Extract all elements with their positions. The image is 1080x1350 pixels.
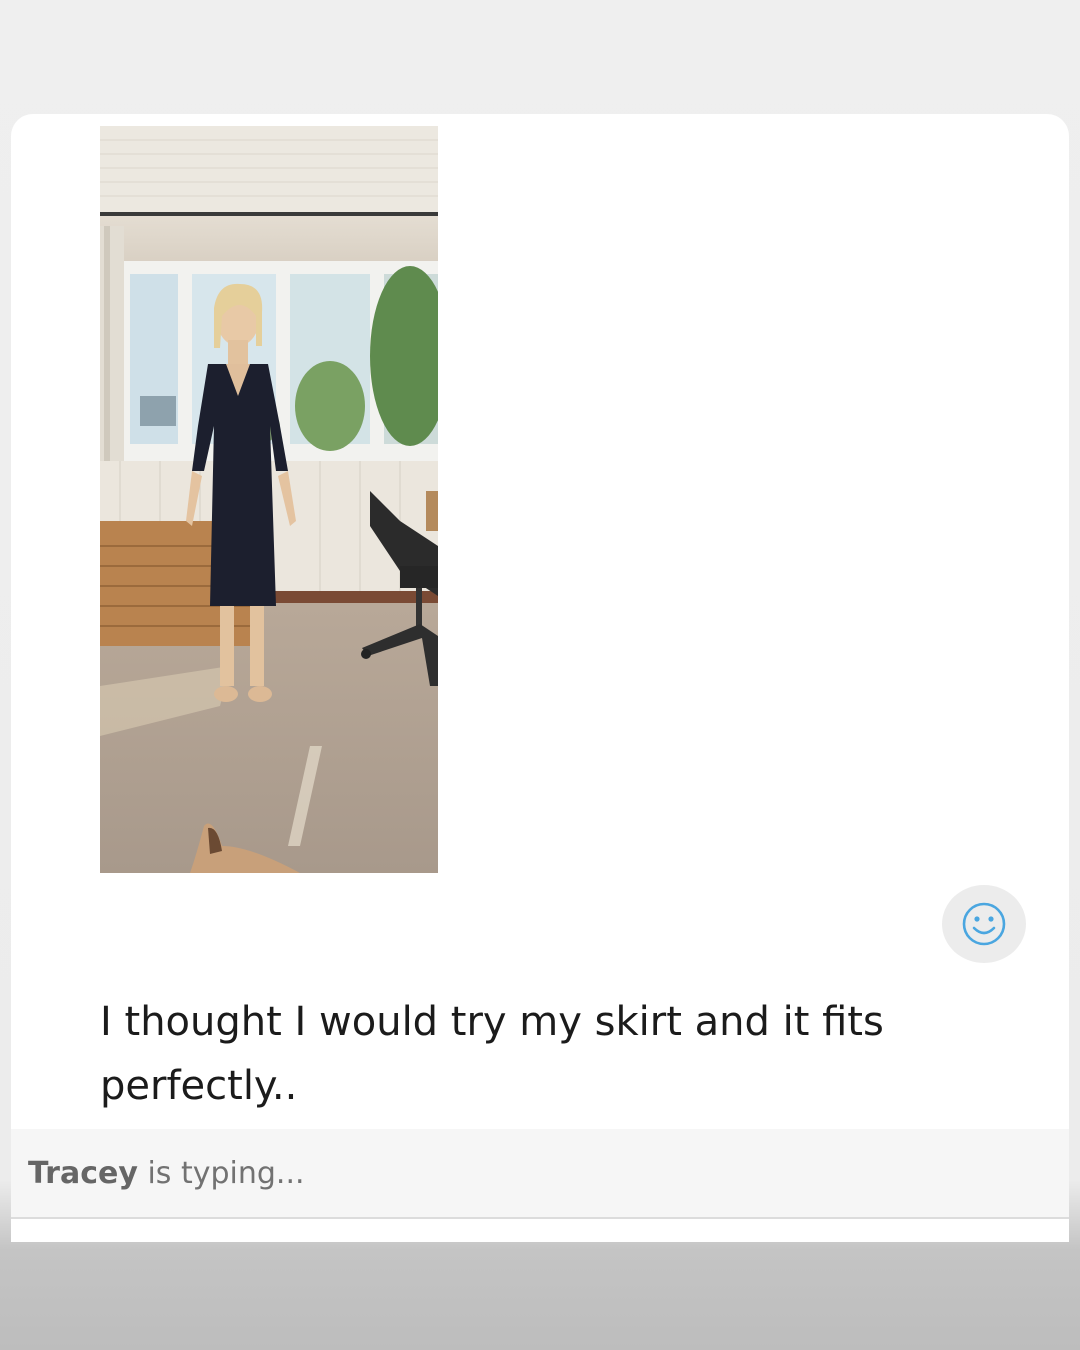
photo-image bbox=[100, 126, 438, 873]
typing-status-text: is typing... bbox=[147, 1156, 305, 1191]
add-reaction-button[interactable] bbox=[942, 885, 1026, 963]
typing-status-bar: Tracey is typing... bbox=[11, 1129, 1069, 1219]
message-text: I thought I would try my skirt and it fi… bbox=[100, 999, 884, 1109]
typing-user-name: Tracey bbox=[28, 1156, 138, 1191]
typing-indicator: Tracey is typing... bbox=[28, 1156, 305, 1191]
chat-panel: I thought I would try my skirt and it fi… bbox=[11, 114, 1069, 1242]
smiley-icon bbox=[962, 902, 1006, 946]
message-photo[interactable] bbox=[100, 126, 438, 873]
